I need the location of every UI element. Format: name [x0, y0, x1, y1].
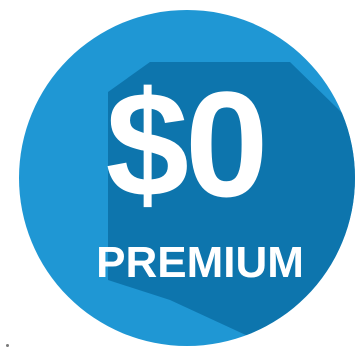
premium-badge-graphic: $0 PREMIUM [19, 10, 355, 346]
badge-label: PREMIUM [96, 238, 304, 287]
stray-dot [6, 344, 9, 347]
badge-amount: $0 [106, 60, 265, 228]
premium-badge-canvas: $0 PREMIUM [0, 0, 362, 358]
